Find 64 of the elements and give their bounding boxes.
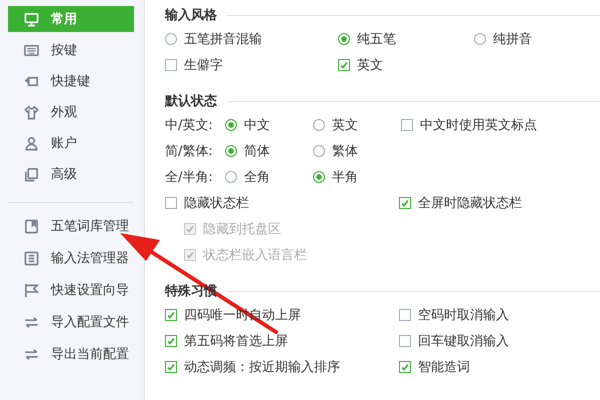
checkbox-option[interactable]: 全屏时隐藏状态栏	[399, 194, 522, 212]
checkbox[interactable]	[165, 309, 177, 321]
section-title: 输入风格	[165, 6, 217, 24]
checkbox-option[interactable]: 空码时取消输入	[399, 306, 509, 324]
sidebar-item[interactable]: 外观	[8, 99, 134, 125]
radio-button[interactable]	[313, 119, 325, 131]
option-label: 全/半角:	[165, 169, 214, 186]
flag-icon	[24, 282, 39, 298]
radio-button[interactable]	[313, 171, 325, 183]
checkbox[interactable]	[399, 335, 411, 347]
sidebar-item[interactable]: 高级	[8, 161, 134, 187]
list-icon	[24, 250, 39, 266]
radio-button[interactable]	[165, 33, 177, 45]
section-title: 默认状态	[165, 93, 217, 110]
book-icon	[24, 218, 39, 234]
shirt-icon	[24, 104, 39, 120]
checkbox[interactable]	[165, 335, 177, 347]
checkbox[interactable]	[165, 361, 177, 373]
swap-icon	[24, 346, 39, 362]
checkbox[interactable]	[401, 119, 413, 131]
sidebar-tool-item[interactable]: 五笔词库管理	[8, 213, 134, 239]
sidebar-tool-item[interactable]: 导出当前配置	[8, 341, 134, 367]
checkbox-option[interactable]: 回车键取消输入	[399, 332, 509, 350]
checkbox[interactable]	[165, 197, 177, 209]
sidebar-tool-item[interactable]: 输入法管理器	[8, 245, 134, 271]
checkbox[interactable]	[338, 59, 350, 71]
sidebar-tool-item[interactable]: 快速设置向导	[8, 277, 134, 303]
checkbox-option[interactable]: 第五码将首选上屏	[165, 332, 399, 350]
swap-icon	[24, 314, 39, 330]
monitor-icon	[24, 12, 39, 26]
radio-option[interactable]: 五笔拼音混输	[165, 30, 338, 48]
checkbox-option[interactable]: 动态调频：按近期输入排序	[165, 358, 399, 376]
radio-button[interactable]	[225, 145, 237, 157]
radio-option[interactable]: 纯五笔	[338, 30, 474, 48]
keyboard-icon	[24, 42, 39, 58]
checkbox-option[interactable]: 英文	[338, 56, 474, 74]
copy-icon	[24, 166, 39, 182]
radio-button[interactable]	[474, 33, 486, 45]
radio-option[interactable]: 繁体	[313, 142, 401, 160]
option-label: 简/繁体:	[165, 143, 214, 160]
user-icon	[24, 136, 39, 150]
checkbox-option[interactable]: 生僻字	[165, 56, 338, 74]
sidebar-tool-item[interactable]: 导入配置文件	[8, 309, 134, 335]
sidebar-item[interactable]: 按键	[8, 37, 134, 63]
radio-option[interactable]: 中文	[225, 116, 313, 134]
radio-option[interactable]: 英文	[313, 116, 401, 134]
checkbox[interactable]	[165, 59, 177, 71]
checkbox-option[interactable]: 智能造词	[399, 358, 470, 376]
sidebar-item[interactable]: 账户	[8, 130, 134, 156]
option-label: 中/英文:	[165, 117, 214, 134]
sidebar-item[interactable]: 快捷键	[8, 68, 134, 94]
checkbox[interactable]	[399, 309, 411, 321]
radio-button[interactable]	[225, 119, 237, 131]
radio-option[interactable]: 全角	[225, 168, 313, 186]
radio-button[interactable]	[225, 171, 237, 183]
checkbox[interactable]	[399, 361, 411, 373]
checkbox-option[interactable]: 隐藏状态栏	[165, 194, 399, 212]
checkbox-option[interactable]: 中文时使用英文标点	[401, 116, 537, 134]
radio-option[interactable]: 半角	[313, 168, 401, 186]
radio-button[interactable]	[338, 33, 350, 45]
checkbox[interactable]	[399, 197, 411, 209]
radio-button[interactable]	[313, 145, 325, 157]
radio-option[interactable]: 纯拼音	[474, 30, 600, 48]
radio-option[interactable]: 简体	[225, 142, 313, 160]
